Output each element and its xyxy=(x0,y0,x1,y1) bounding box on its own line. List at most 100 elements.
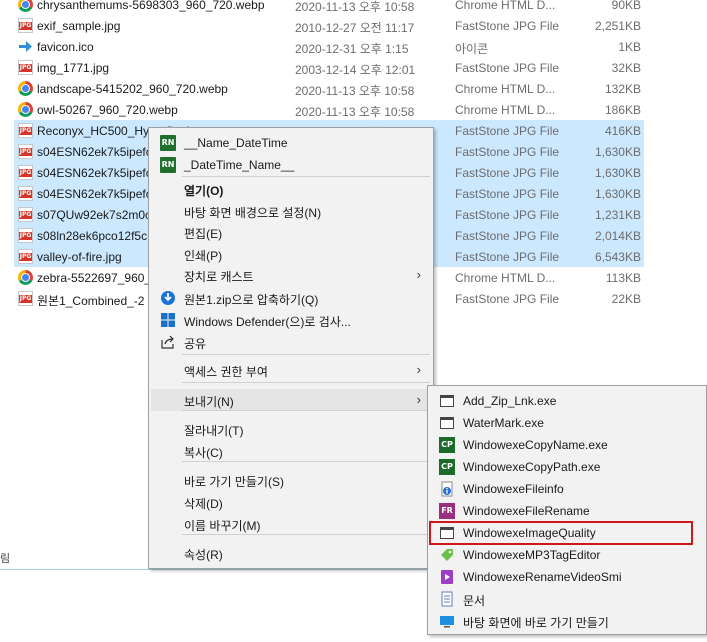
menu-item-잘라내기[interactable]: 잘라내기(T) xyxy=(151,418,431,440)
file-type: FastStone JPG File xyxy=(455,250,560,264)
file-name: owl-50267_960_720.webp xyxy=(37,103,178,117)
sendto-item-label: WindowexeCopyName.exe xyxy=(463,438,608,452)
file-date: 2020-11-13 오후 10:58 xyxy=(295,0,415,14)
menu-item-원본1-zip으로-압축하기[interactable]: 원본1.zip으로 압축하기(Q) xyxy=(151,287,431,309)
sendto-item-windowexefileinfo[interactable]: WindowexeFileinfo xyxy=(430,478,704,500)
menu-item-인쇄[interactable]: 인쇄(P) xyxy=(151,243,431,265)
menu-separator xyxy=(182,176,430,177)
file-row[interactable]: JPG exif_sample.jpg 2010-12-27 오전 11:17 Fas… xyxy=(0,15,707,36)
file-type: Chrome HTML D... xyxy=(455,0,556,12)
file-type: FastStone JPG File xyxy=(455,124,560,138)
jpg-icon: JPG xyxy=(18,249,33,264)
file-name: exif_sample.jpg xyxy=(37,19,121,33)
menu-item-열기[interactable]: 열기(O) xyxy=(151,178,431,200)
rn-icon: RN xyxy=(160,135,176,151)
file-size: 416KB xyxy=(604,124,641,138)
menu-item-windows-defender로-검사[interactable]: Windows Defender(으)로 검사... xyxy=(151,309,431,331)
file-row[interactable]: owl-50267_960_720.webp 2020-11-13 오후 10:5… xyxy=(0,99,707,120)
file-name: favicon.ico xyxy=(37,40,94,54)
file-name: s07QUw92ek7s2m0c xyxy=(37,208,152,222)
video-icon xyxy=(439,569,455,585)
file-row[interactable]: JPG img_1771.jpg 2003-12-14 오후 12:01 FastSt… xyxy=(0,57,707,78)
jpg-icon: JPG xyxy=(18,228,33,243)
file-size: 1,231KB xyxy=(594,208,641,222)
menu-item-공유[interactable]: 공유 xyxy=(151,331,431,353)
menu-item-복사[interactable]: 복사(C) xyxy=(151,440,431,462)
file-name: 원본1_Combined_-2 xyxy=(37,294,145,308)
send-to-submenu: Add_Zip_Lnk.exe WaterMark.exe CP WindowexeC… xyxy=(427,385,707,635)
menu-item-바로-가기-만들기[interactable]: 바로 가기 만들기(S) xyxy=(151,469,431,491)
menu-item-바탕-화면-배경으로-설정[interactable]: 바탕 화면 배경으로 설정(N) xyxy=(151,200,431,222)
defender-icon xyxy=(160,312,176,328)
file-type: FastStone JPG File xyxy=(455,61,560,75)
file-name: s04ESN62ek7k5ipefc xyxy=(37,166,152,180)
file-date: 2020-11-13 오후 10:58 xyxy=(295,84,415,98)
chevron-right-icon: › xyxy=(416,392,421,407)
file-name: chrysanthemums-5698303_960_720.webp xyxy=(37,0,265,12)
sendto-item-watermark-exe[interactable]: WaterMark.exe xyxy=(430,412,704,434)
file-size: 2,014KB xyxy=(594,229,641,243)
menu-item-label: __Name_DateTime xyxy=(184,136,288,150)
sendto-item-windowexemp3tageditor[interactable]: WindowexeMP3TagEditor xyxy=(430,544,704,566)
file-type: FastStone JPG File xyxy=(455,229,560,243)
desktop-icon xyxy=(439,613,455,629)
menu-item-label: 인쇄(P) xyxy=(184,249,223,263)
jpg-icon: JPG xyxy=(18,144,33,159)
sendto-item-add-zip-lnk-exe[interactable]: Add_Zip_Lnk.exe xyxy=(430,390,704,412)
menu-item-편집[interactable]: 편집(E) xyxy=(151,221,431,243)
rn-icon: RN xyxy=(160,157,176,173)
menu-item-datetime-name[interactable]: RN _DateTime_Name__ xyxy=(151,154,431,176)
sendto-item-바탕-화면에-바로-가기-만들기[interactable]: 바탕 화면에 바로 가기 만들기 xyxy=(430,610,704,632)
file-row[interactable]: chrysanthemums-5698303_960_720.webp 2020-… xyxy=(0,0,707,15)
menu-item-label: 이름 바꾸기(M) xyxy=(184,519,261,533)
sendto-item-windowexerenamevideosmi[interactable]: WindowexeRenameVideoSmi xyxy=(430,566,704,588)
file-type: 아이콘 xyxy=(455,42,489,56)
file-size: 22KB xyxy=(611,292,641,306)
menu-item-액세스-권한-부여[interactable]: 액세스 권한 부여 › xyxy=(151,359,431,381)
sendto-item-label: WindowexeMP3TagEditor xyxy=(463,548,601,562)
menu-item-name-datetime[interactable]: RN __Name_DateTime xyxy=(151,132,431,154)
file-date: 2020-11-13 오후 10:58 xyxy=(295,105,415,119)
file-row[interactable]: favicon.ico 2020-12-31 오후 1:15 아이콘 1KB xyxy=(0,36,707,57)
menu-item-label: 복사(C) xyxy=(184,446,223,460)
menu-separator xyxy=(182,354,430,355)
jpg-icon: JPG xyxy=(18,60,33,75)
file-name: landscape-5415202_960_720.webp xyxy=(37,82,228,96)
jpg-icon: JPG xyxy=(18,207,33,222)
menu-item-label: 열기(O) xyxy=(184,184,224,198)
sendto-item-windowexefilerename[interactable]: FR WindowexeFileRename xyxy=(430,500,704,522)
share-icon xyxy=(160,334,176,350)
file-size: 90KB xyxy=(611,0,641,12)
file-type: Chrome HTML D... xyxy=(455,82,556,96)
menu-item-label: 장치로 캐스트 xyxy=(184,270,254,284)
file-name: zebra-5522697_960_ xyxy=(37,271,152,285)
jpg-icon: JPG xyxy=(18,165,33,180)
menu-item-label: _DateTime_Name__ xyxy=(184,158,295,172)
menu-item-label: 바로 가기 만들기(S) xyxy=(184,475,284,489)
chrome-icon xyxy=(18,270,33,285)
file-type: FastStone JPG File xyxy=(455,292,560,306)
menu-item-label: 원본1.zip으로 압축하기(Q) xyxy=(184,293,319,307)
file-size: 6,543KB xyxy=(594,250,641,264)
window-icon xyxy=(440,395,454,407)
sendto-item-label: WindowexeRenameVideoSmi xyxy=(463,570,622,584)
menu-item-속성[interactable]: 속성(R) xyxy=(151,542,431,564)
sendto-item-문서[interactable]: 문서 xyxy=(430,588,704,610)
info-icon xyxy=(439,481,455,497)
file-row[interactable]: landscape-5415202_960_720.webp 2020-11-13… xyxy=(0,78,707,99)
sendto-item-windowexecopyname-exe[interactable]: CP WindowexeCopyName.exe xyxy=(430,434,704,456)
file-size: 1,630KB xyxy=(594,166,641,180)
sendto-item-label: WindowexeCopyPath.exe xyxy=(463,460,601,474)
sendto-item-windowexecopypath-exe[interactable]: CP WindowexeCopyPath.exe xyxy=(430,456,704,478)
menu-item-이름-바꾸기[interactable]: 이름 바꾸기(M) xyxy=(151,513,431,535)
menu-item-label: 보내기(N) xyxy=(184,395,234,409)
menu-item-label: 공유 xyxy=(184,337,207,351)
file-size: 186KB xyxy=(604,103,641,117)
file-type: Chrome HTML D... xyxy=(455,271,556,285)
menu-item-장치로-캐스트[interactable]: 장치로 캐스트 › xyxy=(151,264,431,286)
menu-item-보내기[interactable]: 보내기(N) › xyxy=(151,389,431,411)
sendto-item-label: Add_Zip_Lnk.exe xyxy=(463,394,557,408)
favicon-arrow-icon xyxy=(18,39,33,54)
menu-item-삭제[interactable]: 삭제(D) xyxy=(151,491,431,513)
chrome-icon xyxy=(18,102,33,117)
